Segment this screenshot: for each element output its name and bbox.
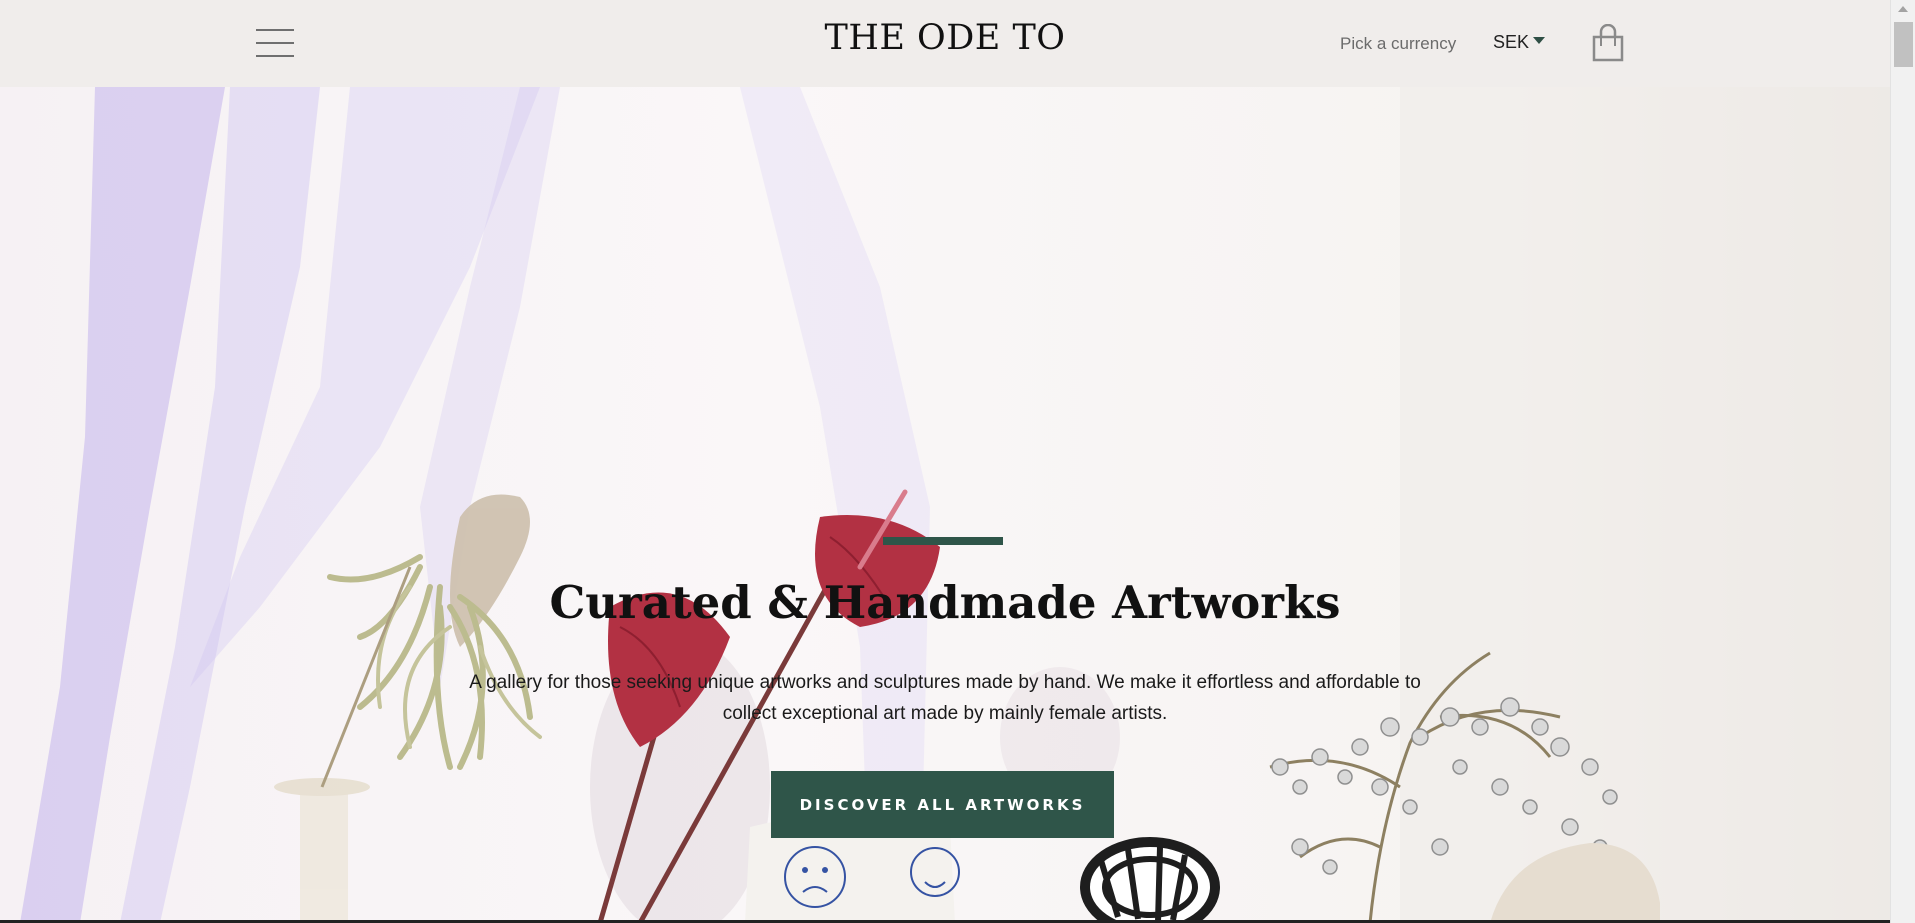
caret-down-icon	[1533, 36, 1546, 44]
scroll-up-arrow-icon[interactable]	[1898, 6, 1908, 12]
site-header: THE ODE TO Pick a currency SEK	[0, 0, 1890, 87]
discover-artworks-button[interactable]: DISCOVER ALL ARTWORKS	[771, 771, 1114, 838]
hero-description-line-1: A gallery for those seeking unique artwo…	[469, 672, 1421, 693]
page-viewport: THE ODE TO Pick a currency SEK Curated &…	[0, 0, 1890, 923]
hero-description-line-2: collect exceptional art made by mainly f…	[722, 703, 1168, 724]
currency-label: Pick a currency	[1340, 34, 1457, 53]
hero-section: Curated & Handmade Artworks A gallery fo…	[0, 87, 1890, 923]
logo-text[interactable]: THE ODE TO	[824, 18, 1065, 58]
hamburger-menu-icon[interactable]	[256, 28, 294, 58]
scrollbar-thumb[interactable]	[1894, 22, 1913, 67]
currency-value: SEK	[1493, 32, 1530, 52]
vertical-scrollbar[interactable]	[1890, 0, 1915, 923]
hero-title: Curated & Handmade Artworks	[549, 576, 1341, 629]
hero-description: A gallery for those seeking unique artwo…	[420, 667, 1470, 729]
currency-select[interactable]: SEK	[1493, 32, 1546, 53]
shopping-bag-icon[interactable]	[1592, 23, 1624, 62]
hero-accent-bar	[883, 537, 1003, 545]
